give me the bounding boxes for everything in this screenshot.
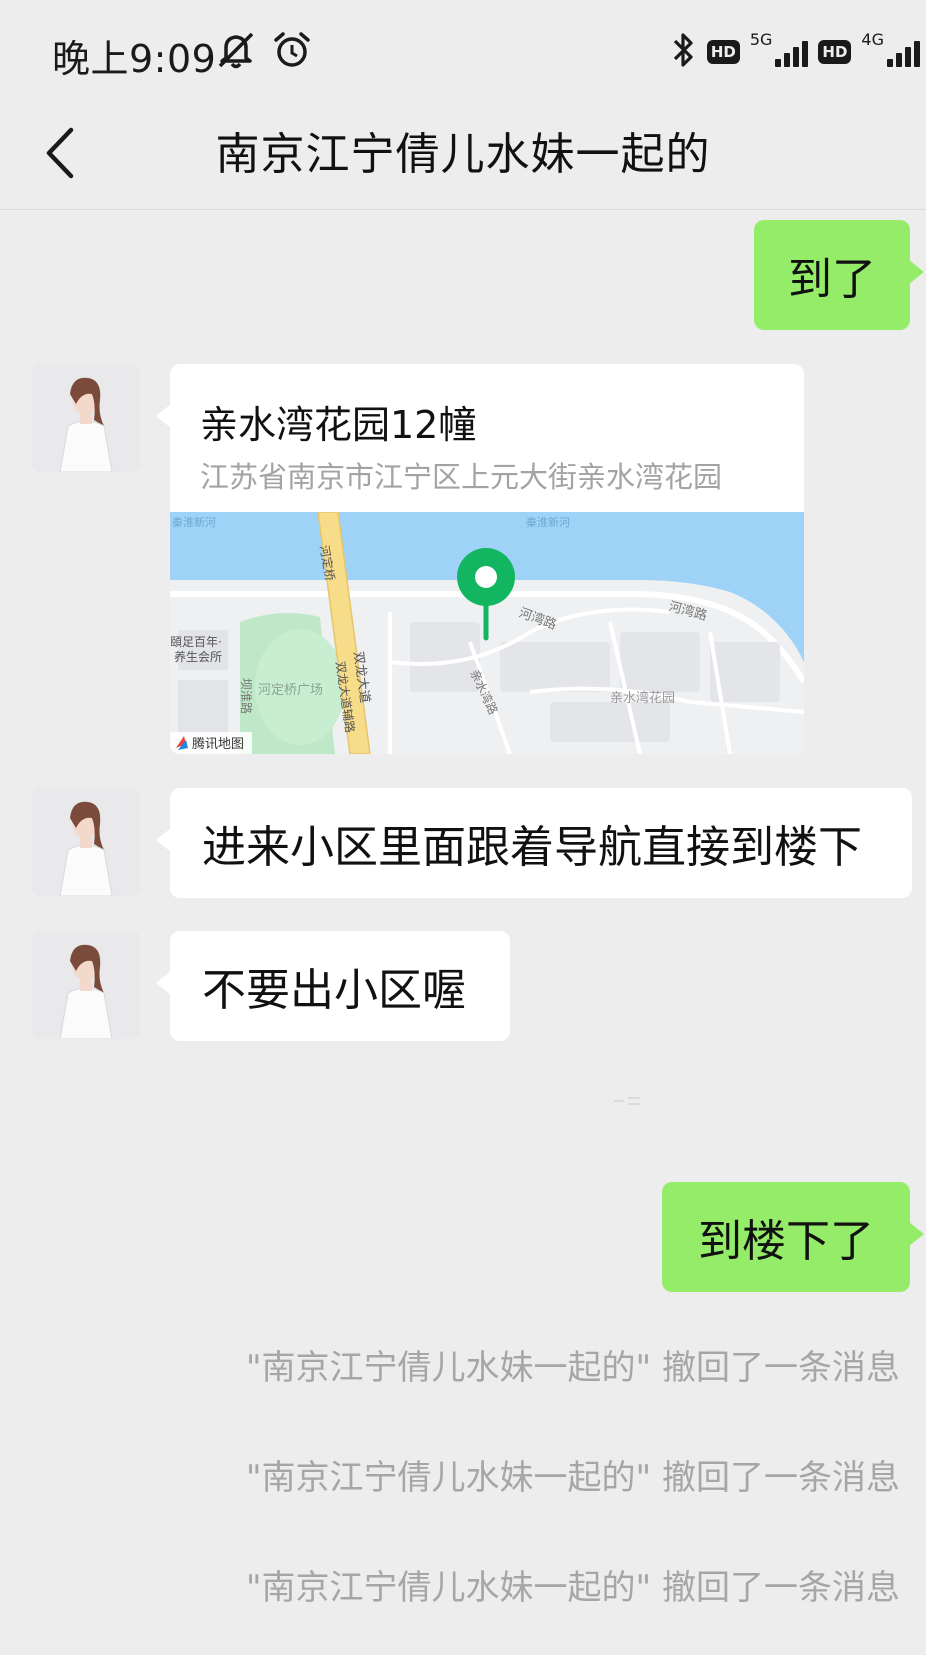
message-bubble-incoming[interactable]: 不要出小区喔 — [156, 931, 510, 1041]
map-label: 亲水湾花园 — [610, 690, 675, 706]
bell-off-icon — [214, 30, 258, 74]
message-text: 不要出小区喔 — [202, 965, 466, 1016]
system-notice-recalled: "南京江宁倩儿水妹一起的" 撤回了一条消息 — [245, 1348, 900, 1388]
avatar[interactable] — [32, 364, 140, 472]
signal-4g: 4G — [861, 30, 920, 67]
map-label: 养生会所 — [174, 649, 222, 664]
alarm-clock-icon — [272, 30, 312, 74]
status-time: 晚上9:09 — [52, 37, 217, 81]
map-label: 秦淮新河 — [172, 515, 216, 529]
message-bubble-incoming[interactable]: 进来小区里面跟着导航直接到楼下 — [156, 788, 912, 898]
status-right-icons: HD 5G HD 4G — [671, 30, 920, 74]
system-notice-recalled: "南京江宁倩儿水妹一起的" 撤回了一条消息 — [245, 1458, 900, 1498]
avatar[interactable] — [32, 931, 140, 1039]
network-type-label: 5G — [749, 30, 773, 49]
location-map-preview[interactable]: 秦淮新河 秦淮新河 河定桥 河湾路 河湾路 頤足百年· 养生会所 河定桥广场 双… — [170, 511, 804, 754]
signal-bars-icon — [887, 37, 920, 67]
system-notice-recalled: "南京江宁倩儿水妹一起的" 撤回了一条消息 — [245, 1568, 900, 1608]
chat-screen: 晚上9:09 HD 5G HD 4G 南京江宁倩儿水妹一起的 到了 亲水湾花园1… — [0, 0, 926, 1655]
chat-title: 南京江宁倩儿水妹一起的 — [215, 129, 711, 180]
hd-badge-2: HD — [818, 40, 852, 64]
bluetooth-icon — [671, 30, 697, 74]
bubble-pointer — [156, 404, 171, 428]
message-text: 到了 — [788, 254, 876, 305]
message-text: 到楼下了 — [698, 1216, 874, 1267]
location-message-card[interactable]: 亲水湾花园12幢 江苏省南京市江宁区上元大街亲水湾花园 秦淮新河 秦淮新河 河定… — [170, 364, 804, 754]
map-label: 坝淮路 — [239, 678, 254, 714]
network-type-label: 4G — [861, 30, 884, 49]
message-bubble-outgoing[interactable]: 到楼下了 — [662, 1182, 924, 1292]
map-label: 頤足百年· — [170, 635, 222, 649]
status-bar: 晚上9:09 HD 5G HD 4G — [0, 0, 926, 100]
signal-5g: 5G — [750, 30, 809, 67]
message-text: 进来小区里面跟着导航直接到楼下 — [202, 822, 862, 873]
faint-mark — [614, 1097, 640, 1105]
map-provider-label: 腾讯地图 — [192, 736, 244, 752]
location-address: 江苏省南京市江宁区上元大街亲水湾花园 — [200, 460, 723, 494]
map-label: 河定桥广场 — [258, 683, 323, 698]
message-bubble-outgoing[interactable]: 到了 — [754, 220, 924, 330]
hd-badge-1: HD — [706, 40, 740, 64]
status-left-icons — [214, 30, 312, 74]
location-name: 亲水湾花园12幢 — [200, 403, 477, 447]
avatar[interactable] — [32, 788, 140, 896]
signal-bars-icon — [775, 37, 809, 67]
map-label: 秦淮新河 — [526, 515, 570, 529]
chat-header: 南京江宁倩儿水妹一起的 — [0, 100, 926, 210]
